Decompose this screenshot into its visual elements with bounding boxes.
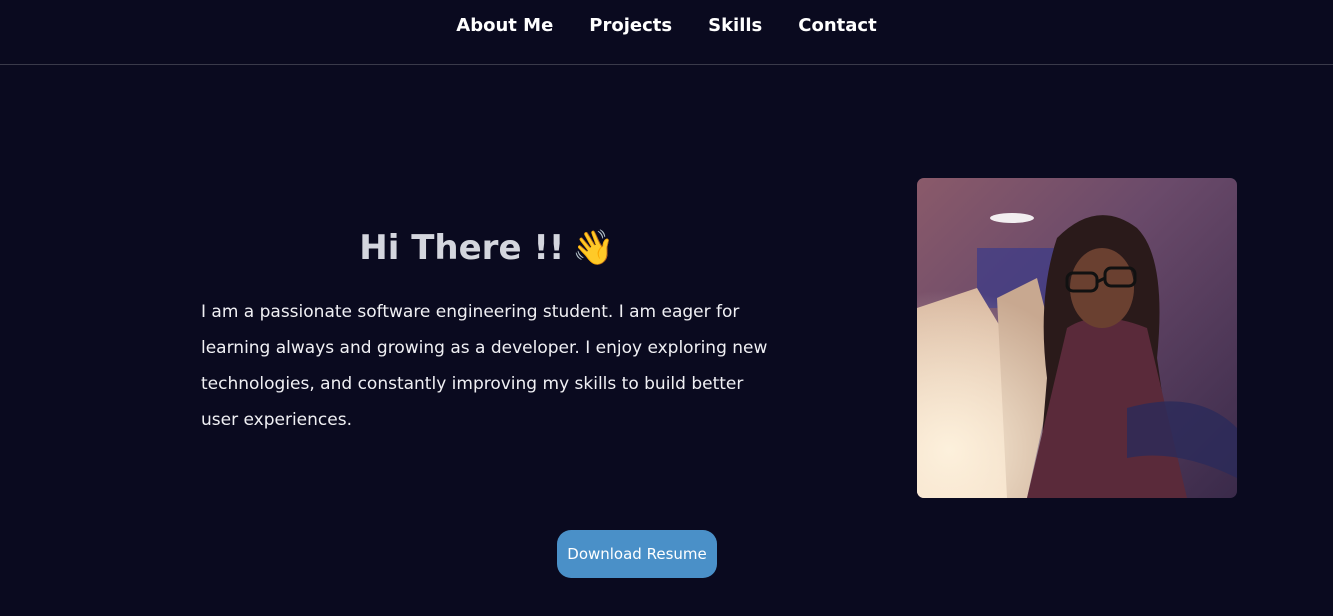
profile-photo [917,178,1237,498]
nav-link-contact[interactable]: Contact [794,15,876,37]
page: About Me Projects Skills Contact Hi Ther… [0,0,1333,616]
profile-photo-illustration [917,178,1237,498]
top-navbar: About Me Projects Skills Contact [0,0,1333,65]
hero-title: Hi There !! 👋 [201,224,773,272]
nav-link-skills[interactable]: Skills [704,15,762,37]
hero-description: I am a passionate software engineering s… [201,302,768,430]
hero-title-text: Hi There !! [359,228,565,268]
nav-link-about[interactable]: About Me [456,15,553,37]
nav-links: About Me Projects Skills Contact [0,15,1333,37]
waving-hand-icon: 👋 [572,228,615,268]
nav-link-projects[interactable]: Projects [585,15,672,37]
download-resume-button[interactable]: Download Resume [557,530,717,578]
